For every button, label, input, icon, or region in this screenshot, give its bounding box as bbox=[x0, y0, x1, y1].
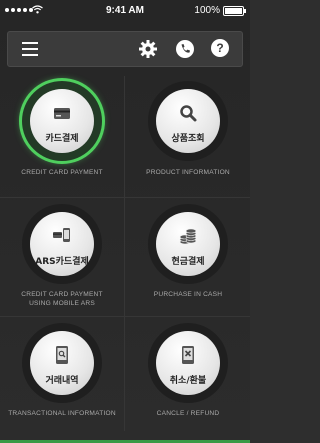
tile-caption-line: CREDIT CARD PAYMENT bbox=[21, 291, 103, 298]
tile-purchase-in-cash[interactable]: 현금결제 PURCHASE IN CASH bbox=[126, 198, 250, 316]
question-glyph: ? bbox=[211, 39, 229, 57]
tile-transactional-information[interactable]: 거래내역 TRANSACTIONAL INFORMATION bbox=[0, 317, 124, 435]
tile-cancel-refund[interactable]: 취소/환불 CANCLE / REFUND bbox=[126, 317, 250, 435]
tile-caption-line: PURCHASE IN CASH bbox=[153, 291, 223, 298]
tile-button-disc: 현금결제 bbox=[156, 212, 220, 276]
question-icon[interactable]: ? bbox=[211, 39, 231, 59]
tile-label: 거래내역 bbox=[45, 376, 79, 386]
tile-label: 상품조회 bbox=[171, 134, 205, 144]
mobile-search-icon bbox=[56, 346, 68, 364]
tile-caption-line: CREDIT CARD PAYMENT bbox=[21, 169, 103, 176]
grid-divider-vertical bbox=[124, 76, 125, 431]
tile-label: 카드결제 bbox=[45, 134, 79, 144]
tile-caption: TRANSACTIONAL INFORMATION bbox=[0, 409, 124, 418]
tile-button-ring: 현금결제 bbox=[148, 204, 228, 284]
menu-grid: 카드결제 CREDIT CARD PAYMENT 상품조회 PRODUCT IN… bbox=[0, 76, 250, 438]
tile-caption-line: CANCLE / REFUND bbox=[156, 410, 220, 417]
top-toolbar: ? bbox=[7, 31, 243, 67]
tile-button-disc: 상품조회 bbox=[156, 89, 220, 153]
tile-button-ring: 상품조회 bbox=[148, 81, 228, 161]
tile-label: ARS카드결제 bbox=[35, 257, 89, 267]
tile-caption: PURCHASE IN CASH bbox=[126, 290, 250, 299]
tile-caption-line: TRANSACTIONAL INFORMATION bbox=[8, 410, 116, 417]
tile-caption: CREDIT CARD PAYMENT bbox=[0, 168, 124, 177]
credit-card-icon bbox=[54, 108, 70, 119]
mobile-ars-icon bbox=[53, 228, 70, 242]
tile-button-disc: 취소/환불 bbox=[156, 331, 220, 395]
search-icon bbox=[180, 105, 197, 122]
tile-product-information[interactable]: 상품조회 PRODUCT INFORMATION bbox=[126, 76, 250, 196]
tile-caption-line: USING MOBILE ARS bbox=[29, 300, 95, 307]
tile-button-ring: 취소/환불 bbox=[148, 323, 228, 403]
tile-button-disc: 카드결제 bbox=[30, 89, 94, 153]
app-screen: 9:41 AM 100% ? 카드결제 CREDIT CARD PAYMENT … bbox=[0, 0, 250, 443]
tile-button-ring: ARS카드결제 bbox=[22, 204, 102, 284]
status-bar: 9:41 AM 100% bbox=[0, 0, 250, 22]
battery-percent: 100% bbox=[194, 5, 220, 16]
tile-button-ring: 거래내역 bbox=[22, 323, 102, 403]
tile-button-ring: 카드결제 bbox=[22, 81, 102, 161]
tile-button-disc: ARS카드결제 bbox=[30, 212, 94, 276]
tile-caption-line: PRODUCT INFORMATION bbox=[146, 169, 230, 176]
gear-icon[interactable] bbox=[138, 39, 158, 59]
hamburger-icon[interactable] bbox=[22, 42, 38, 56]
tile-button-disc: 거래내역 bbox=[30, 331, 94, 395]
coins-icon bbox=[179, 228, 197, 245]
cancel-phone-icon bbox=[182, 346, 194, 364]
tile-label: 취소/환불 bbox=[169, 376, 207, 386]
tile-label: 현금결제 bbox=[171, 257, 205, 267]
tile-caption: CREDIT CARD PAYMENT USING MOBILE ARS bbox=[0, 290, 124, 308]
tile-card-payment[interactable]: 카드결제 CREDIT CARD PAYMENT bbox=[0, 76, 124, 196]
tile-caption: CANCLE / REFUND bbox=[126, 409, 250, 418]
battery-icon bbox=[223, 6, 246, 16]
tile-caption: PRODUCT INFORMATION bbox=[126, 168, 250, 177]
tile-ars-card-payment[interactable]: ARS카드결제 CREDIT CARD PAYMENT USING MOBILE… bbox=[0, 198, 124, 316]
phone-icon[interactable] bbox=[175, 39, 195, 59]
